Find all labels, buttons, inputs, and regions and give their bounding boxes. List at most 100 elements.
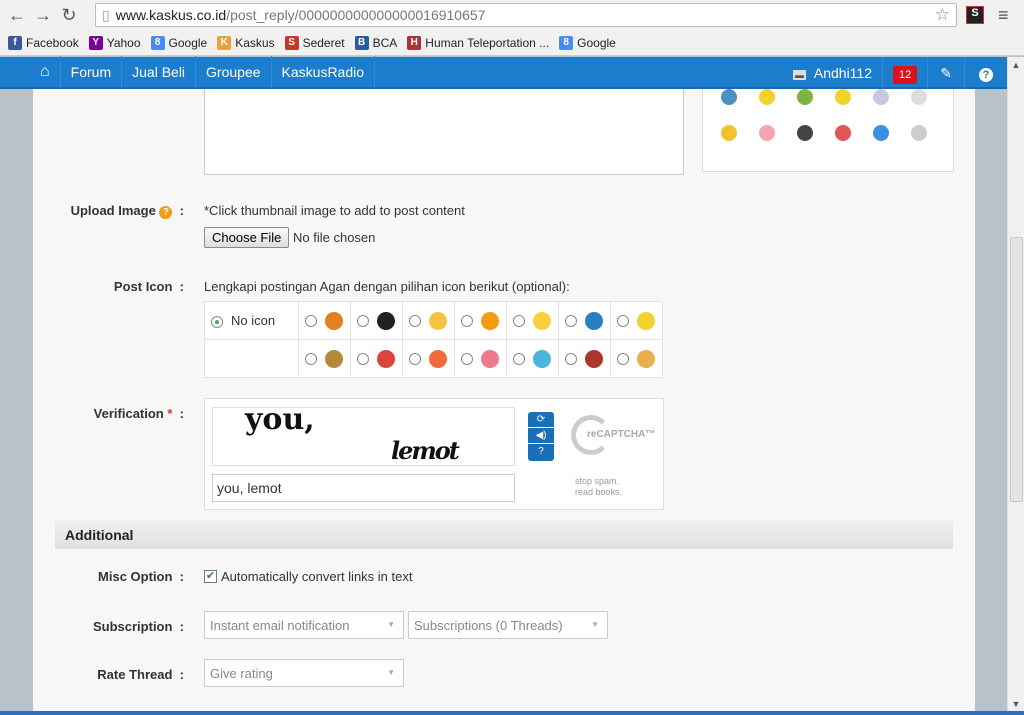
nav-kaskusradio[interactable]: KaskusRadio <box>272 56 376 88</box>
bookmark-7[interactable]: 8 Google <box>559 35 616 50</box>
bookmark-6[interactable]: H Human Teleportation ... <box>407 35 549 50</box>
radio-button[interactable] <box>409 314 421 327</box>
url-host: www.kaskus.co.id <box>115 7 227 23</box>
post-icon-grid: No icon <box>204 301 663 378</box>
bookmark-favicon-icon: H <box>407 35 422 50</box>
smiley-icon[interactable] <box>835 125 851 141</box>
post-icon-option[interactable] <box>506 301 559 340</box>
smiley-icon[interactable] <box>759 89 775 105</box>
bookmark-3[interactable]: K Kaskus <box>217 35 275 50</box>
misc-option-label: Misc Option : <box>98 569 184 584</box>
post-icon-option[interactable] <box>402 301 455 340</box>
nav-jual-beli[interactable]: Jual Beli <box>122 56 197 88</box>
post-icon-option[interactable] <box>454 301 507 340</box>
radio-button[interactable] <box>305 314 317 327</box>
radio-button[interactable] <box>513 314 525 327</box>
smiley-icon[interactable] <box>835 89 851 105</box>
bookmark-2[interactable]: 8 Google <box>150 35 207 50</box>
reload-icon[interactable]: ↻ <box>56 5 82 26</box>
post-icon-option[interactable] <box>298 301 351 340</box>
post-icon-option[interactable] <box>454 339 507 378</box>
post-icon-option[interactable] <box>558 301 611 340</box>
scroll-up-icon[interactable]: ▲ <box>1008 60 1024 70</box>
audio-icon[interactable]: ◀) <box>528 428 554 444</box>
auto-links-option[interactable]: ✔ Automatically convert links in text <box>204 569 412 584</box>
bookmark-favicon-icon: B <box>354 35 369 50</box>
bookmark-0[interactable]: f Facebook <box>8 35 79 50</box>
radio-button[interactable] <box>513 352 525 365</box>
pencil-icon[interactable]: ✎ <box>928 57 965 89</box>
rate-thread-select[interactable]: Give rating ▼ <box>204 659 404 687</box>
radio-button[interactable] <box>357 352 369 365</box>
radio-selected[interactable] <box>211 315 223 328</box>
menu-icon[interactable]: ≡ <box>998 5 1009 26</box>
bookmark-label: BCA <box>372 35 398 50</box>
smiley-icon[interactable] <box>797 89 813 105</box>
radio-button[interactable] <box>357 314 369 327</box>
subscription-folder-select[interactable]: Subscriptions (0 Threads) ▼ <box>408 611 608 639</box>
post-icon-option[interactable] <box>610 301 663 340</box>
smiley-icon[interactable] <box>911 89 927 105</box>
forward-icon[interactable]: → <box>30 5 56 26</box>
verification-label: Verification * : <box>93 406 184 421</box>
radio-button[interactable] <box>617 352 629 365</box>
chevron-down-icon: ▼ <box>387 668 395 677</box>
smiley-icon[interactable] <box>797 125 813 141</box>
message-textarea[interactable] <box>204 89 684 175</box>
bookmark-star-icon[interactable]: ☆ <box>935 5 950 25</box>
radio-button[interactable] <box>461 314 473 327</box>
bookmark-4[interactable]: S Sederet <box>284 35 345 50</box>
subscription-select[interactable]: Instant email notification ▼ <box>204 611 404 639</box>
post-icon-label: Post Icon : <box>113 279 184 294</box>
extension-icon[interactable]: S <box>966 6 984 24</box>
post-icon-option[interactable] <box>350 301 403 340</box>
notifications-button[interactable]: 12 <box>883 57 929 89</box>
scroll-down-icon[interactable]: ▼ <box>1008 699 1024 709</box>
bookmark-label: Sederet <box>302 35 345 50</box>
smiley-icon[interactable] <box>873 89 889 105</box>
address-bar[interactable]: ▯ www.kaskus.co.id/post_reply/0000000000… <box>95 3 957 27</box>
blue-smile-icon <box>533 349 551 368</box>
bookmark-label: Yahoo <box>106 35 141 50</box>
post-icon-option[interactable] <box>402 339 455 378</box>
choose-file-button[interactable]: Choose File <box>204 227 290 248</box>
page-icon: ▯ <box>102 6 110 23</box>
post-icon-option[interactable] <box>558 339 611 378</box>
post-icon-option[interactable] <box>506 339 559 378</box>
bookmark-favicon-icon: 8 <box>559 35 574 50</box>
refresh-icon[interactable]: ⟳ <box>528 412 554 428</box>
smiley-icon[interactable] <box>911 125 927 141</box>
user-badge-icon: ▬ <box>792 70 806 80</box>
captcha-input[interactable]: you, lemot <box>212 474 515 502</box>
bookmark-5[interactable]: B BCA <box>354 35 398 50</box>
help-icon[interactable]: ? <box>159 206 173 219</box>
radio-button[interactable] <box>409 352 421 365</box>
radio-button[interactable] <box>461 352 473 365</box>
nav-forum[interactable]: Forum <box>61 56 123 88</box>
captcha-word-2: lemot <box>391 436 460 465</box>
smiley-icon[interactable] <box>873 125 889 141</box>
help-icon[interactable]: ? <box>965 57 1007 89</box>
smiley-icon[interactable] <box>721 89 737 105</box>
radio-button[interactable] <box>617 314 629 327</box>
radio-button[interactable] <box>565 352 577 365</box>
smiley-icon[interactable] <box>759 125 775 141</box>
user-menu[interactable]: ▬ Andhi112 <box>783 57 884 89</box>
lightbulb-icon <box>429 311 447 330</box>
radio-button[interactable] <box>565 314 577 327</box>
home-icon[interactable]: ⌂ <box>30 56 61 88</box>
scrollbar[interactable]: ▲ ▼ <box>1007 57 1024 711</box>
smiley-icon[interactable] <box>721 125 737 141</box>
scrollbar-thumb[interactable] <box>1010 237 1023 502</box>
post-icon-option[interactable] <box>298 339 351 378</box>
nav-groupee[interactable]: Groupee <box>196 56 272 88</box>
auto-links-checkbox[interactable]: ✔ <box>204 570 217 583</box>
radio-button[interactable] <box>305 352 317 365</box>
no-icon-option[interactable]: No icon <box>204 301 299 340</box>
bookmark-1[interactable]: Y Yahoo <box>88 35 141 50</box>
cool-icon <box>585 311 603 330</box>
back-icon[interactable]: ← <box>4 5 30 26</box>
post-icon-option[interactable] <box>350 339 403 378</box>
post-icon-option[interactable] <box>610 339 663 378</box>
help-icon[interactable]: ? <box>528 444 554 460</box>
